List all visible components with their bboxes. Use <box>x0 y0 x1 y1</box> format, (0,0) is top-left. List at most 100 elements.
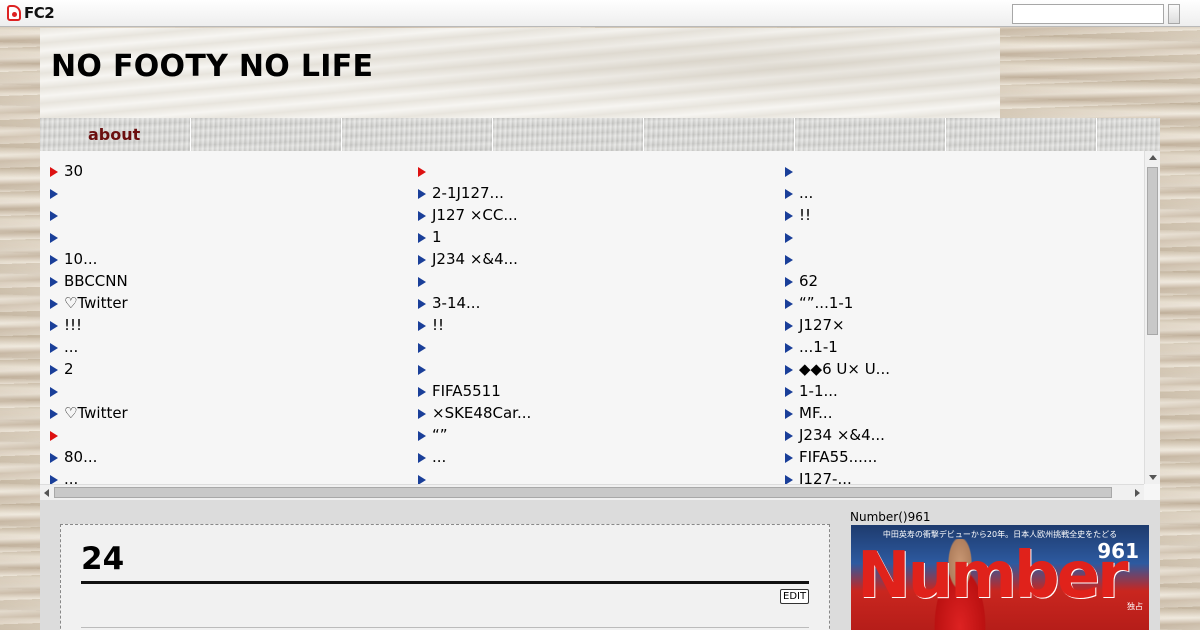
entry-list-item[interactable]: “” <box>408 424 768 446</box>
nav-item[interactable] <box>493 118 643 151</box>
entry-list-item[interactable] <box>775 248 1135 270</box>
entry-list-item[interactable]: 2 <box>40 358 400 380</box>
entry-title[interactable]: 24 <box>81 541 809 584</box>
entry-link-text[interactable]: !! <box>432 316 444 334</box>
entry-list-item[interactable]: ... <box>40 336 400 358</box>
nav-item[interactable] <box>644 118 794 151</box>
entry-list-item[interactable]: 30 <box>40 160 400 182</box>
entry-list-item[interactable] <box>40 204 400 226</box>
entry-list-item[interactable]: 80... <box>40 446 400 468</box>
entry-link-text[interactable]: 10... <box>64 250 97 268</box>
entry-list-item[interactable] <box>40 424 400 446</box>
entry-list-item[interactable]: 1-1... <box>775 380 1135 402</box>
entry-list-item[interactable] <box>408 270 768 292</box>
entry-link-text[interactable]: ×SKE48Car... <box>432 404 531 422</box>
entry-list-item[interactable]: ...1-1 <box>775 336 1135 358</box>
scroll-right-arrow-icon[interactable] <box>1135 489 1140 497</box>
nav-item[interactable] <box>342 118 492 151</box>
entry-link-text[interactable]: FIFA5511 <box>432 382 501 400</box>
entry-list-item[interactable] <box>40 182 400 204</box>
entry-link-text[interactable]: 1 <box>432 228 442 246</box>
entry-link-text[interactable]: ... <box>64 470 78 484</box>
entry-list-item[interactable] <box>408 336 768 358</box>
nav-item[interactable] <box>946 118 1096 151</box>
entry-link-text[interactable]: J127 ×CC... <box>432 206 518 224</box>
nav-item[interactable] <box>1097 118 1160 151</box>
entry-link-text[interactable]: J234 ×&4... <box>432 250 518 268</box>
vertical-scrollbar[interactable] <box>1144 151 1160 484</box>
entry-link-text[interactable]: 1-1... <box>799 382 838 400</box>
nav-item-about[interactable]: about <box>40 118 190 151</box>
entry-list-item[interactable] <box>40 226 400 248</box>
entry-list-item[interactable]: J234 ×&4... <box>408 248 768 270</box>
entry-list-item[interactable]: ×SKE48Car... <box>408 402 768 424</box>
entry-list-item[interactable]: BBCCNN <box>40 270 400 292</box>
entry-link-text[interactable]: 62 <box>799 272 818 290</box>
entry-list-item[interactable]: ... <box>775 182 1135 204</box>
entry-link-text[interactable]: ... <box>799 184 813 202</box>
entry-list-item[interactable]: ... <box>40 468 400 484</box>
entry-list-item[interactable]: !! <box>775 204 1135 226</box>
entry-list-item[interactable]: 2-1J127... <box>408 182 768 204</box>
entry-link-text[interactable]: 3-14... <box>432 294 480 312</box>
fc2-logo[interactable]: FC2 <box>7 4 55 22</box>
entry-link-text[interactable]: 2-1J127... <box>432 184 504 202</box>
entry-list-item[interactable]: ◆◆6 U× U... <box>775 358 1135 380</box>
entry-link-text[interactable]: J127-... <box>799 470 852 484</box>
entry-link-text[interactable]: MF... <box>799 404 832 422</box>
entry-link-text[interactable]: ... <box>432 448 446 466</box>
entry-link-text[interactable]: “”...1-1 <box>799 294 853 312</box>
entry-list-item[interactable]: FIFA5511 <box>408 380 768 402</box>
entry-list-item[interactable] <box>775 160 1135 182</box>
vertical-scroll-thumb[interactable] <box>1147 167 1158 335</box>
entry-list-item[interactable] <box>775 226 1135 248</box>
entry-link-text[interactable]: !!! <box>64 316 82 334</box>
entry-list-item[interactable]: 3-14... <box>408 292 768 314</box>
scroll-up-arrow-icon[interactable] <box>1149 155 1157 160</box>
entry-list-item[interactable]: MF... <box>775 402 1135 424</box>
horizontal-scrollbar[interactable] <box>40 484 1144 500</box>
entry-link-text[interactable]: J127× <box>799 316 845 334</box>
entry-list-item[interactable]: ♡Twitter <box>40 402 400 424</box>
horizontal-scroll-thumb[interactable] <box>54 487 1112 498</box>
entry-link-text[interactable]: “” <box>432 426 448 444</box>
entry-list-item[interactable]: J127-... <box>775 468 1135 484</box>
entry-list-item[interactable]: J127× <box>775 314 1135 336</box>
entry-list-item[interactable]: “”...1-1 <box>775 292 1135 314</box>
entry-link-text[interactable]: !! <box>799 206 811 224</box>
entry-link-text[interactable]: 30 <box>64 162 83 180</box>
nav-item[interactable] <box>795 118 945 151</box>
entry-link-text[interactable]: 80... <box>64 448 97 466</box>
entry-list-item[interactable]: ... <box>408 446 768 468</box>
entry-list-item[interactable]: J127 ×CC... <box>408 204 768 226</box>
entry-link-text[interactable]: ... <box>64 338 78 356</box>
entry-list-item[interactable]: FIFA55...... <box>775 446 1135 468</box>
edit-button[interactable]: EDIT <box>780 589 810 604</box>
entry-link-text[interactable]: BBCCNN <box>64 272 128 290</box>
entry-list-item[interactable]: J234 ×&4... <box>775 424 1135 446</box>
search-input[interactable] <box>1012 4 1164 24</box>
scroll-down-arrow-icon[interactable] <box>1149 475 1157 480</box>
entry-list-item[interactable] <box>408 160 768 182</box>
entry-link-text[interactable]: ◆◆6 U× U... <box>799 360 890 378</box>
entry-list-item[interactable]: ♡Twitter <box>40 292 400 314</box>
entry-list-item[interactable]: 62 <box>775 270 1135 292</box>
entry-list-item[interactable] <box>408 358 768 380</box>
entry-list-item[interactable]: !!! <box>40 314 400 336</box>
entry-link-text[interactable]: J234 ×&4... <box>799 426 885 444</box>
search-button[interactable] <box>1168 4 1180 24</box>
scroll-left-arrow-icon[interactable] <box>44 489 49 497</box>
entry-list-item[interactable]: 10... <box>40 248 400 270</box>
site-title[interactable]: NO FOOTY NO LIFE <box>51 49 373 84</box>
entry-list-item[interactable] <box>408 468 768 484</box>
entry-link-text[interactable]: ♡Twitter <box>64 294 128 312</box>
magazine-cover-image[interactable]: 中田英寿の衝撃デビューから20年。日本人欧州挑戦全史をたどる Number 96… <box>851 525 1149 630</box>
entry-list-item[interactable]: !! <box>408 314 768 336</box>
entry-link-text[interactable]: 2 <box>64 360 74 378</box>
entry-link-text[interactable]: ...1-1 <box>799 338 838 356</box>
entry-list-item[interactable]: 1 <box>408 226 768 248</box>
entry-link-text[interactable]: ♡Twitter <box>64 404 128 422</box>
entry-link-text[interactable]: FIFA55...... <box>799 448 877 466</box>
entry-list-item[interactable] <box>40 380 400 402</box>
nav-item[interactable] <box>191 118 341 151</box>
